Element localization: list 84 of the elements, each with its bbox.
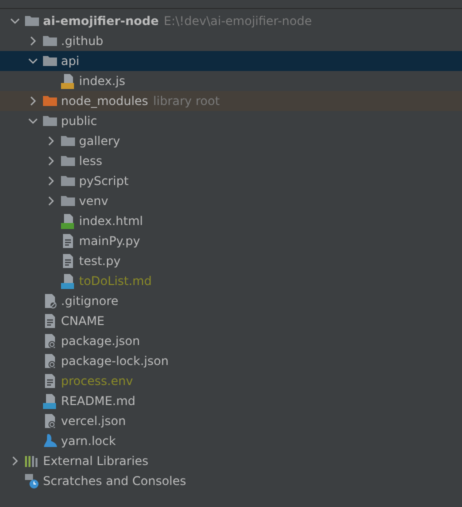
- file-badge-icon: [60, 213, 76, 229]
- chevron-down-icon[interactable]: [28, 116, 38, 126]
- tree-item[interactable]: pyScript: [0, 171, 462, 191]
- tree-item[interactable]: index.js: [0, 71, 462, 91]
- item-name: External Libraries: [43, 454, 148, 468]
- scratch-clock-icon: [24, 473, 40, 489]
- chevron-right-icon[interactable]: [46, 136, 56, 146]
- item-name: README.md: [61, 394, 136, 408]
- text-file-icon: [42, 373, 58, 389]
- chevron-right-icon[interactable]: [46, 176, 56, 186]
- folder-icon: [60, 173, 76, 189]
- chevron-right-icon[interactable]: [46, 156, 56, 166]
- tree-item[interactable]: vercel.json: [0, 411, 462, 431]
- tree-item[interactable]: .github: [0, 31, 462, 51]
- item-name: index.js: [79, 74, 126, 88]
- item-name: package-lock.json: [61, 354, 169, 368]
- tree-item[interactable]: ai-emojifier-node E:\!dev\ai-emojifier-node: [0, 11, 462, 31]
- json-file-icon: [42, 353, 58, 369]
- chevron-right-icon[interactable]: [46, 196, 56, 206]
- tree-item[interactable]: api: [0, 51, 462, 71]
- bars-icon: [24, 453, 40, 469]
- item-name: index.html: [79, 214, 143, 228]
- item-name: api: [61, 54, 80, 68]
- json-file-icon: [42, 413, 58, 429]
- folder-icon: [42, 93, 58, 109]
- tree-item[interactable]: index.html: [0, 211, 462, 231]
- item-name: pyScript: [79, 174, 129, 188]
- tree-item[interactable]: process.env: [0, 371, 462, 391]
- item-note: library root: [153, 94, 220, 108]
- folder-icon: [60, 193, 76, 209]
- json-file-icon: [42, 333, 58, 349]
- chevron-down-icon[interactable]: [10, 16, 20, 26]
- file-badge-icon: [60, 273, 76, 289]
- tree-item[interactable]: gallery: [0, 131, 462, 151]
- text-file-icon: [42, 313, 58, 329]
- item-name: package.json: [61, 334, 140, 348]
- tree-item[interactable]: public: [0, 111, 462, 131]
- ignore-file-icon: [42, 293, 58, 309]
- item-name: venv: [79, 194, 108, 208]
- tree-item[interactable]: node_modules library root: [0, 91, 462, 111]
- file-badge-icon: [42, 393, 58, 409]
- tree-item[interactable]: CNAME: [0, 311, 462, 331]
- item-name: less: [79, 154, 102, 168]
- chevron-down-icon[interactable]: [28, 56, 38, 66]
- item-note: E:\!dev\ai-emojifier-node: [164, 14, 312, 28]
- item-name: ai-emojifier-node: [43, 14, 159, 28]
- item-name: gallery: [79, 134, 120, 148]
- folder-icon: [60, 133, 76, 149]
- folder-icon: [24, 13, 40, 29]
- item-name: public: [61, 114, 98, 128]
- tree-item[interactable]: mainPy.py: [0, 231, 462, 251]
- tree-item[interactable]: venv: [0, 191, 462, 211]
- tree-item[interactable]: toDoList.md: [0, 271, 462, 291]
- yarn-icon: [42, 433, 58, 449]
- item-name: toDoList.md: [79, 274, 152, 288]
- tree-item[interactable]: README.md: [0, 391, 462, 411]
- item-name: .gitignore: [61, 294, 118, 308]
- file-badge-icon: [60, 73, 76, 89]
- tree-item[interactable]: External Libraries: [0, 451, 462, 471]
- tree-item[interactable]: package-lock.json: [0, 351, 462, 371]
- item-name: CNAME: [61, 314, 104, 328]
- folder-icon: [42, 53, 58, 69]
- chevron-right-icon[interactable]: [28, 36, 38, 46]
- item-name: process.env: [61, 374, 134, 388]
- folder-icon: [60, 153, 76, 169]
- folder-icon: [42, 113, 58, 129]
- tree-item[interactable]: less: [0, 151, 462, 171]
- item-name: yarn.lock: [61, 434, 116, 448]
- item-name: mainPy.py: [79, 234, 140, 248]
- folder-icon: [42, 33, 58, 49]
- tree-item[interactable]: Scratches and Consoles: [0, 471, 462, 491]
- text-file-icon: [60, 233, 76, 249]
- item-name: vercel.json: [61, 414, 126, 428]
- chevron-right-icon[interactable]: [10, 456, 20, 466]
- tree-item[interactable]: .gitignore: [0, 291, 462, 311]
- tree-item[interactable]: yarn.lock: [0, 431, 462, 451]
- item-name: test.py: [79, 254, 121, 268]
- chevron-right-icon[interactable]: [28, 96, 38, 106]
- tree-item[interactable]: test.py: [0, 251, 462, 271]
- item-name: .github: [61, 34, 104, 48]
- item-name: Scratches and Consoles: [43, 474, 186, 488]
- item-name: node_modules: [61, 94, 148, 108]
- tree-item[interactable]: package.json: [0, 331, 462, 351]
- text-file-icon: [60, 253, 76, 269]
